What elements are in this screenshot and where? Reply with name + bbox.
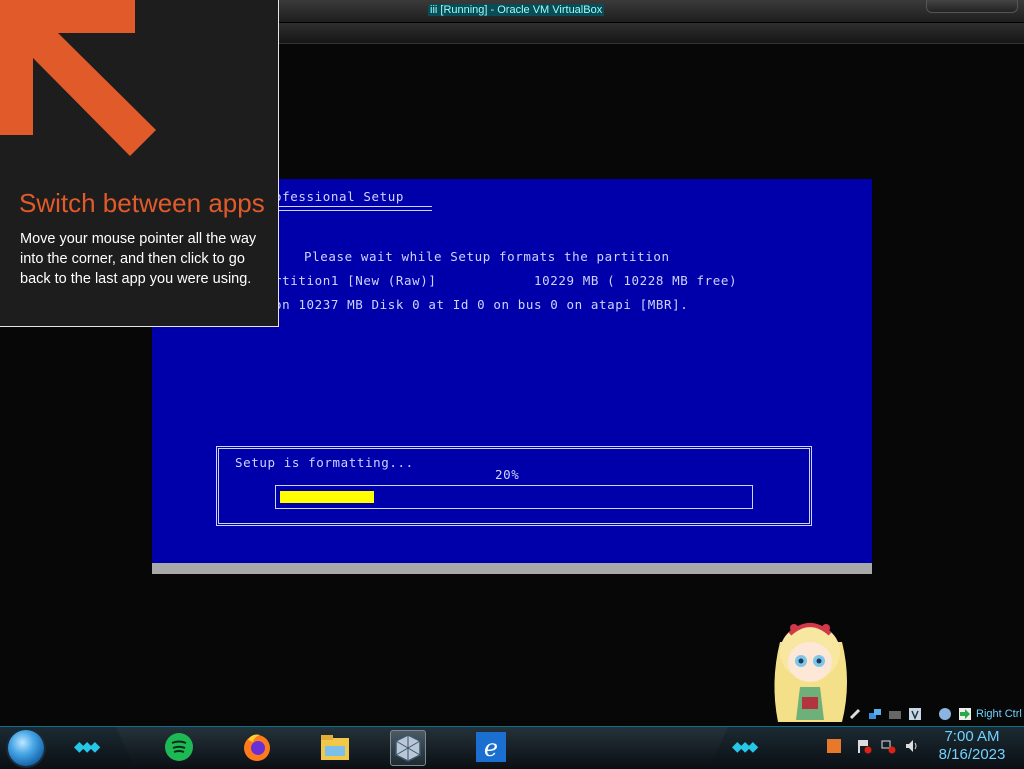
clock-time: 7:00 AM bbox=[944, 728, 1000, 745]
taskbar-deco-right: ◆◆◆ bbox=[732, 738, 758, 754]
tray-notification-row: Right Ctrl bbox=[844, 704, 1024, 726]
disk-info-line: on 10237 MB Disk 0 at Id 0 on bus 0 on a… bbox=[274, 297, 689, 312]
setup-status-line: Please wait while Setup formats the part… bbox=[304, 249, 670, 264]
format-label: Setup is formatting... bbox=[235, 455, 414, 470]
firefox-icon[interactable] bbox=[240, 730, 274, 764]
host-key-label: Right Ctrl bbox=[976, 708, 1022, 720]
globe-icon[interactable] bbox=[938, 707, 952, 721]
orange-app-icon[interactable] bbox=[826, 738, 842, 754]
format-progress-dialog: Setup is formatting... 20% bbox=[216, 446, 812, 526]
internet-explorer-icon[interactable]: e bbox=[474, 730, 508, 764]
switch-apps-hint-panel: Switch between apps Move your mouse poin… bbox=[0, 0, 279, 327]
hint-body: Move your mouse pointer all the way into… bbox=[20, 231, 257, 287]
vm-status-strip bbox=[152, 563, 872, 574]
volume-icon[interactable] bbox=[904, 738, 920, 754]
green-arrow-icon[interactable] bbox=[958, 707, 972, 721]
flag-icon[interactable] bbox=[856, 738, 872, 754]
clock-date: 8/16/2023 bbox=[938, 746, 1006, 763]
network-icon[interactable] bbox=[868, 707, 882, 721]
setup-title: ofessional Setup bbox=[274, 189, 405, 204]
taskbar-deco-left: ◆◆◆ bbox=[74, 738, 100, 754]
format-progress-bar bbox=[275, 485, 753, 509]
start-button[interactable] bbox=[8, 730, 44, 766]
folder-icon[interactable] bbox=[888, 707, 902, 721]
taskbar-clock[interactable]: 7:00 AM 8/16/2023 bbox=[930, 728, 1014, 764]
format-progress-fill bbox=[280, 491, 374, 503]
network-icon[interactable] bbox=[880, 738, 896, 754]
window-title: iii [Running] - Oracle VM VirtualBox bbox=[428, 4, 605, 16]
spotify-icon[interactable] bbox=[162, 730, 196, 764]
partition-info-line: rtition1 [New (Raw)] 10229 MB ( 10228 MB… bbox=[274, 273, 738, 288]
corner-arrow-icon bbox=[0, 0, 156, 156]
virtualbox-vm-icon[interactable] bbox=[908, 707, 922, 721]
file-explorer-icon[interactable] bbox=[318, 730, 352, 764]
window-controls[interactable] bbox=[926, 0, 1018, 13]
format-percent: 20% bbox=[495, 467, 520, 482]
hint-title: Switch between apps bbox=[19, 188, 265, 218]
usb-icon[interactable] bbox=[848, 707, 862, 721]
virtualbox-icon[interactable] bbox=[390, 730, 426, 766]
svg-text:e: e bbox=[484, 734, 498, 762]
setup-title-underline bbox=[272, 206, 432, 211]
